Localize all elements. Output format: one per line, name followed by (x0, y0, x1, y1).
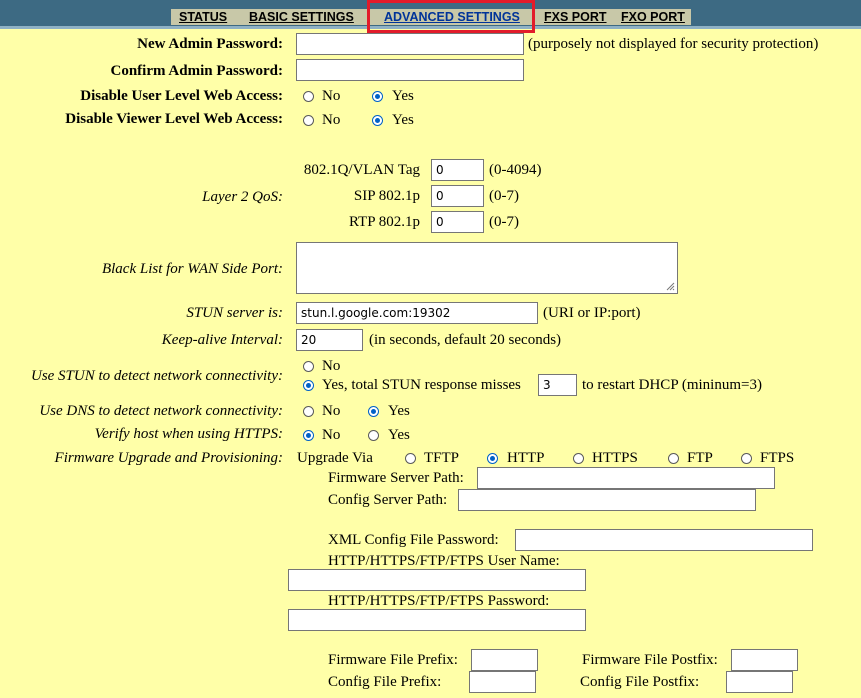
stun-misses-suffix: to restart DHCP (mininum=3) (582, 377, 762, 393)
disable-user-web-no-radio[interactable] (303, 91, 314, 102)
sip-8021p-input[interactable]: 0 (431, 185, 484, 207)
use-dns-no-radio[interactable] (303, 406, 314, 417)
upgrade-via-label: Upgrade Via (297, 450, 373, 466)
ftp-password-input[interactable] (288, 609, 586, 631)
disable-user-web-no-label: No (322, 88, 341, 104)
ftp-user-name-label: HTTP/HTTPS/FTP/FTPS User Name: (328, 553, 560, 569)
black-list-label: Black List for WAN Side Port: (101, 261, 283, 277)
disable-viewer-web-no-label: No (322, 112, 341, 128)
stun-misses-input[interactable]: 3 (538, 374, 577, 396)
verify-host-yes-label: Yes (388, 427, 410, 443)
sip-8021p-label: SIP 802.1p (353, 188, 420, 204)
verify-host-yes-radio[interactable] (368, 430, 379, 441)
verify-host-no-radio[interactable] (303, 430, 314, 441)
use-stun-no-radio[interactable] (303, 361, 314, 372)
top-divider (0, 26, 861, 29)
tab-fxo-port[interactable]: FXO PORT (621, 9, 685, 25)
resize-grip-icon[interactable] (666, 282, 675, 291)
ftp-password-label: HTTP/HTTPS/FTP/FTPS Password: (328, 593, 550, 609)
xml-config-password-input[interactable] (515, 529, 813, 551)
new-admin-password-label: New Admin Password: (137, 36, 283, 52)
rtp-8021p-range: (0-7) (489, 214, 519, 230)
upgrade-via-https-label: HTTPS (592, 450, 638, 466)
upgrade-via-ftps-radio[interactable] (741, 453, 752, 464)
use-dns-label: Use DNS to detect network connectivity: (39, 403, 283, 419)
use-stun-no-label: No (322, 358, 341, 374)
xml-config-password-label: XML Config File Password: (328, 532, 499, 548)
upgrade-via-http-label: HTTP (507, 450, 545, 466)
firmware-server-path-input[interactable] (477, 467, 775, 489)
firmware-file-postfix-input[interactable] (731, 649, 798, 671)
black-list-textarea[interactable] (296, 242, 678, 294)
confirm-admin-password-input[interactable] (296, 59, 524, 81)
tab-advanced-settings[interactable]: ADVANCED SETTINGS (384, 9, 520, 25)
keep-alive-input[interactable]: 20 (296, 329, 363, 351)
disable-viewer-web-yes-radio[interactable] (372, 115, 383, 126)
layer2-qos-label: Layer 2 QoS: (202, 189, 283, 205)
config-file-prefix-input[interactable] (469, 671, 536, 693)
disable-viewer-web-label: Disable Viewer Level Web Access: (65, 111, 283, 127)
firmware-server-path-label: Firmware Server Path: (328, 470, 464, 486)
firmware-file-prefix-input[interactable] (471, 649, 538, 671)
upgrade-via-tftp-radio[interactable] (405, 453, 416, 464)
config-server-path-input[interactable] (458, 489, 756, 511)
upgrade-via-http-radio[interactable] (487, 453, 498, 464)
confirm-admin-password-label: Confirm Admin Password: (110, 63, 283, 79)
verify-host-label: Verify host when using HTTPS: (94, 426, 283, 442)
upgrade-via-ftps-label: FTPS (760, 450, 795, 466)
disable-user-web-label: Disable User Level Web Access: (80, 88, 283, 104)
upgrade-via-ftp-label: FTP (687, 450, 713, 466)
rtp-8021p-input[interactable]: 0 (431, 211, 484, 233)
new-admin-password-input[interactable] (296, 33, 524, 55)
ftp-user-name-input[interactable] (288, 569, 586, 591)
config-server-path-label: Config Server Path: (328, 492, 448, 508)
upgrade-via-ftp-radio[interactable] (668, 453, 679, 464)
use-stun-yes-radio[interactable] (303, 380, 314, 391)
firmware-file-prefix-label: Firmware File Prefix: (328, 652, 458, 668)
use-dns-no-label: No (322, 403, 341, 419)
config-file-prefix-label: Config File Prefix: (328, 674, 442, 690)
firmware-upgrade-label: Firmware Upgrade and Provisioning: (54, 450, 283, 466)
tab-fxs-port[interactable]: FXS PORT (544, 9, 607, 25)
keep-alive-label: Keep-alive Interval: (161, 332, 283, 348)
password-note: (purposely not displayed for security pr… (528, 36, 819, 52)
stun-server-input[interactable]: stun.l.google.com:19302 (296, 302, 538, 324)
verify-host-no-label: No (322, 427, 341, 443)
keep-alive-note: (in seconds, default 20 seconds) (369, 332, 562, 348)
use-dns-yes-radio[interactable] (368, 406, 379, 417)
use-dns-yes-label: Yes (388, 403, 410, 419)
tab-status[interactable]: STATUS (179, 9, 227, 25)
sip-8021p-range: (0-7) (489, 188, 519, 204)
upgrade-via-https-radio[interactable] (573, 453, 584, 464)
vlan-tag-label: 802.1Q/VLAN Tag (303, 162, 420, 178)
rtp-8021p-label: RTP 802.1p (348, 214, 420, 230)
vlan-tag-input[interactable]: 0 (431, 159, 484, 181)
upgrade-via-tftp-label: TFTP (424, 450, 460, 466)
use-stun-yes-label: Yes, total STUN response misses (322, 377, 521, 393)
stun-server-label: STUN server is: (186, 305, 283, 321)
vlan-tag-range: (0-4094) (489, 162, 542, 178)
disable-viewer-web-no-radio[interactable] (303, 115, 314, 126)
stun-server-note: (URI or IP:port) (543, 305, 641, 321)
disable-viewer-web-yes-label: Yes (392, 112, 414, 128)
use-stun-label: Use STUN to detect network connectivity: (30, 368, 283, 384)
config-file-postfix-input[interactable] (726, 671, 793, 693)
disable-user-web-yes-radio[interactable] (372, 91, 383, 102)
tab-basic-settings[interactable]: BASIC SETTINGS (249, 9, 354, 25)
disable-user-web-yes-label: Yes (392, 88, 414, 104)
firmware-file-postfix-label: Firmware File Postfix: (582, 652, 718, 668)
config-file-postfix-label: Config File Postfix: (580, 674, 700, 690)
